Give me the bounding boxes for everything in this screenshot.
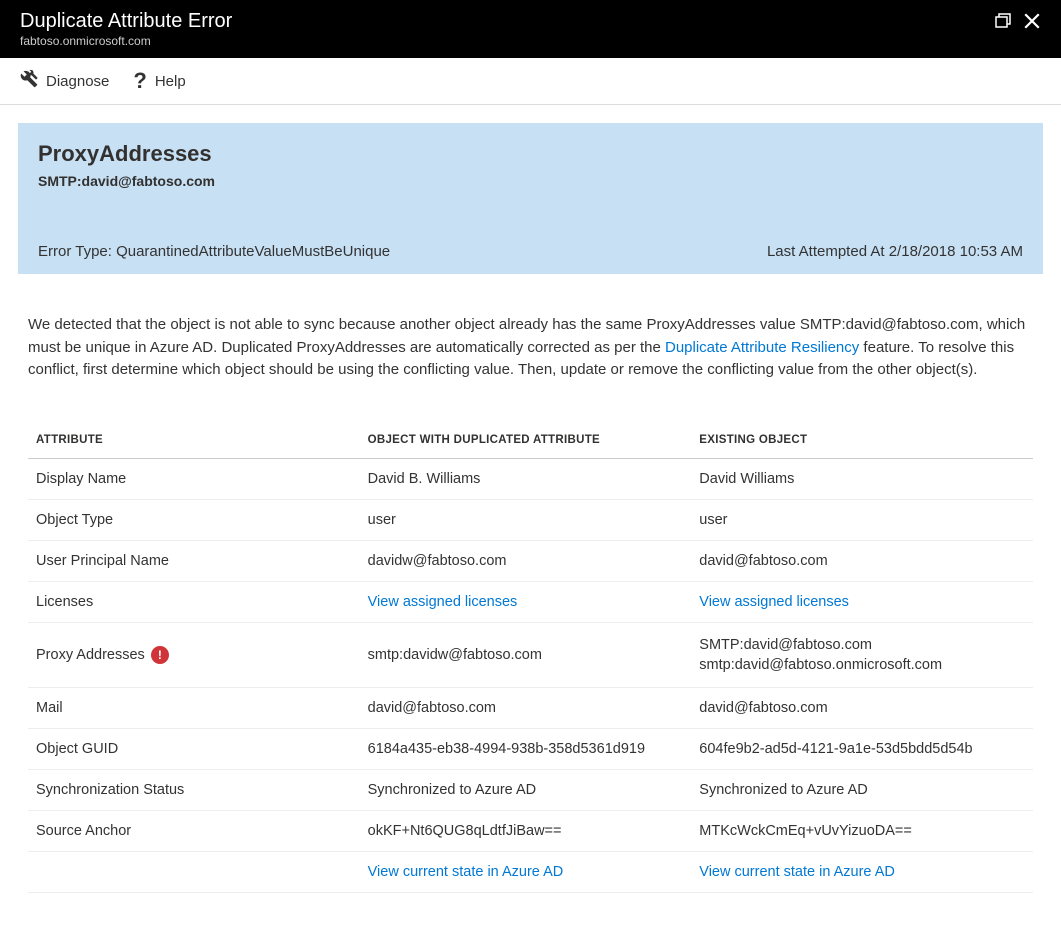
toolbar: Diagnose ? Help (0, 58, 1061, 105)
existing-cell: View current state in Azure AD (691, 852, 1033, 893)
existing-cell: 604fe9b2-ad5d-4121-9a1e-53d5bdd5d54b (691, 729, 1033, 770)
table-row: Licenses View assigned licenses View assig… (28, 581, 1033, 622)
attribute-label: Source Anchor (36, 823, 131, 839)
restore-icon[interactable] (995, 13, 1011, 32)
table-header-row: ATTRIBUTE OBJECT WITH DUPLICATED ATTRIBU… (28, 422, 1033, 459)
table-link[interactable]: View assigned licenses (368, 594, 518, 610)
table-link[interactable]: View current state in Azure AD (699, 864, 895, 880)
attribute-cell: Synchronization Status (28, 770, 360, 811)
cell-text: david@fabtoso.com (699, 553, 827, 569)
cell-text: David B. Williams (368, 471, 481, 487)
col-duplicated: OBJECT WITH DUPLICATED ATTRIBUTE (360, 422, 692, 459)
duplicated-cell: smtp:davidw@fabtoso.com (360, 622, 692, 688)
cell-text: 604fe9b2-ad5d-4121-9a1e-53d5bdd5d54b (699, 741, 972, 757)
duplicated-cell: 6184a435-eb38-4994-938b-358d5361d919 (360, 729, 692, 770)
duplicated-cell: user (360, 499, 692, 540)
cell-text: Synchronized to Azure AD (368, 782, 536, 798)
attribute-label: Display Name (36, 471, 126, 487)
cell-text: MTKcWckCmEq+vUvYizuoDA== (699, 823, 912, 839)
cell-text: david@fabtoso.com (699, 700, 827, 716)
duplicated-cell: david@fabtoso.com (360, 688, 692, 729)
table-row: User Principal Name davidw@fabtoso.com dav… (28, 540, 1033, 581)
error-icon: ! (151, 646, 169, 664)
wrench-icon (20, 70, 38, 92)
existing-cell: david@fabtoso.com (691, 688, 1033, 729)
cell-text: Synchronized to Azure AD (699, 782, 867, 798)
attribute-name-title: ProxyAddresses (38, 141, 1023, 167)
attribute-label: User Principal Name (36, 553, 169, 569)
cell-text: user (368, 512, 396, 528)
attribute-cell: Mail (28, 688, 360, 729)
duplicated-cell: View assigned licenses (360, 581, 692, 622)
table-row: Display Name David B. Williams David Willi… (28, 458, 1033, 499)
help-icon: ? (133, 68, 146, 94)
cell-text: davidw@fabtoso.com (368, 553, 507, 569)
last-attempted-label: Last Attempted At 2/18/2018 10:53 AM (767, 243, 1023, 260)
table-row: Synchronization Status Synchronized to Az… (28, 770, 1033, 811)
cell-text: David Williams (699, 471, 794, 487)
attribute-label: Object GUID (36, 741, 118, 757)
table-row: Mail david@fabtoso.com david@fabtoso.com (28, 688, 1033, 729)
attribute-label: Proxy Addresses (36, 647, 145, 663)
col-existing: EXISTING OBJECT (691, 422, 1033, 459)
table-row: Proxy Addresses! smtp:davidw@fabtoso.com S… (28, 622, 1033, 688)
existing-cell: MTKcWckCmEq+vUvYizuoDA== (691, 811, 1033, 852)
content-area: ProxyAddresses SMTP:david@fabtoso.com Er… (0, 105, 1061, 923)
duplicated-cell: davidw@fabtoso.com (360, 540, 692, 581)
attribute-cell (28, 852, 360, 893)
duplicate-resiliency-link[interactable]: Duplicate Attribute Resiliency (665, 339, 859, 356)
attribute-label: Mail (36, 700, 63, 716)
cell-text: user (699, 512, 727, 528)
existing-cell: View assigned licenses (691, 581, 1033, 622)
help-button[interactable]: ? Help (133, 68, 185, 94)
attribute-cell: Display Name (28, 458, 360, 499)
cell-text: 6184a435-eb38-4994-938b-358d5361d919 (368, 741, 645, 757)
col-attribute: ATTRIBUTE (28, 422, 360, 459)
table-row: Source Anchor okKF+Nt6QUG8qLdtfJiBaw== MTK… (28, 811, 1033, 852)
table-row: View current state in Azure AD View curre… (28, 852, 1033, 893)
window-title: Duplicate Attribute Error (20, 8, 232, 34)
existing-cell: david@fabtoso.com (691, 540, 1033, 581)
duplicated-cell: David B. Williams (360, 458, 692, 499)
error-description: We detected that the object is not able … (28, 314, 1033, 382)
attribute-cell: Proxy Addresses! (28, 622, 360, 688)
duplicated-cell: Synchronized to Azure AD (360, 770, 692, 811)
attribute-cell: Source Anchor (28, 811, 360, 852)
duplicated-cell: View current state in Azure AD (360, 852, 692, 893)
attribute-cell: Object GUID (28, 729, 360, 770)
error-summary-box: ProxyAddresses SMTP:david@fabtoso.com Er… (18, 123, 1043, 274)
table-link[interactable]: View current state in Azure AD (368, 864, 564, 880)
cell-text: smtp:davidw@fabtoso.com (368, 647, 542, 663)
close-icon[interactable] (1023, 12, 1041, 33)
window-subtitle: fabtoso.onmicrosoft.com (20, 34, 232, 48)
table-link[interactable]: View assigned licenses (699, 594, 849, 610)
attribute-cell: Licenses (28, 581, 360, 622)
help-label: Help (155, 73, 186, 90)
header-titles: Duplicate Attribute Error fabtoso.onmicr… (20, 8, 232, 48)
diagnose-button[interactable]: Diagnose (20, 68, 109, 94)
attribute-cell: Object Type (28, 499, 360, 540)
attributes-table: ATTRIBUTE OBJECT WITH DUPLICATED ATTRIBU… (28, 422, 1033, 894)
cell-text: okKF+Nt6QUG8qLdtfJiBaw== (368, 823, 562, 839)
attribute-label: Object Type (36, 512, 113, 528)
diagnose-label: Diagnose (46, 73, 109, 90)
existing-cell: Synchronized to Azure AD (691, 770, 1033, 811)
existing-cell: user (691, 499, 1033, 540)
attribute-label: Licenses (36, 594, 93, 610)
existing-cell: David Williams (691, 458, 1033, 499)
attribute-value: SMTP:david@fabtoso.com (38, 173, 1023, 189)
duplicated-cell: okKF+Nt6QUG8qLdtfJiBaw== (360, 811, 692, 852)
error-type-label: Error Type: QuarantinedAttributeValueMus… (38, 243, 390, 260)
window-header: Duplicate Attribute Error fabtoso.onmicr… (0, 0, 1061, 58)
existing-cell: SMTP:david@fabtoso.comsmtp:david@fabtoso… (691, 622, 1033, 688)
table-row: Object GUID 6184a435-eb38-4994-938b-358d5… (28, 729, 1033, 770)
cell-text: david@fabtoso.com (368, 700, 496, 716)
error-meta-row: Error Type: QuarantinedAttributeValueMus… (38, 243, 1023, 260)
table-row: Object Type user user (28, 499, 1033, 540)
window-controls (995, 8, 1041, 33)
attribute-cell: User Principal Name (28, 540, 360, 581)
multi-value: SMTP:david@fabtoso.comsmtp:david@fabtoso… (699, 635, 1025, 676)
attribute-label: Synchronization Status (36, 782, 184, 798)
